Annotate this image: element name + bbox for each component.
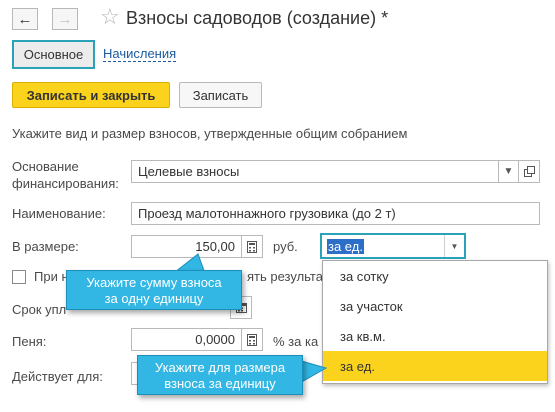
penalty-value: 0,0000 <box>195 332 235 347</box>
amount-callout-line2: за одну единицу <box>104 291 204 306</box>
forward-button[interactable]: → <box>52 8 78 30</box>
unit-option-per-plot[interactable]: за участок <box>323 291 547 321</box>
unit-callout-line1: Укажите для размера <box>154 360 286 375</box>
funding-label-line2: финансирования: <box>12 176 119 191</box>
unit-select-value: за ед. <box>327 239 364 254</box>
valid-for-label: Действует для: <box>12 369 103 384</box>
auto-calc-checkbox[interactable] <box>12 270 26 284</box>
unit-option-per-unit[interactable]: за ед. <box>323 351 547 381</box>
page-title: Взносы садоводов (создание) * <box>126 8 389 28</box>
back-button[interactable]: ← <box>12 8 38 30</box>
checkbox-label-start: При н <box>34 269 69 284</box>
open-form-icon <box>523 166 535 177</box>
penalty-calculator-button[interactable] <box>241 328 263 351</box>
penalty-unit-label: % за ка <box>273 334 319 349</box>
calculator-button[interactable] <box>241 235 263 258</box>
calculator-icon <box>247 240 257 253</box>
unit-option-per-sqm[interactable]: за кв.м. <box>323 321 547 351</box>
unit-select[interactable]: за ед. ▼ <box>320 233 466 259</box>
amount-callout: Укажите сумму взноса за одну единицу <box>66 270 242 310</box>
chevron-down-icon: ▼ <box>450 241 459 251</box>
funding-field[interactable]: Целевые взносы <box>131 160 499 183</box>
unit-dropdown-list: за сотку за участок за кв.м. за ед. <box>322 260 548 384</box>
unit-option-per-sotka[interactable]: за сотку <box>323 261 547 291</box>
currency-label: руб. <box>273 239 298 254</box>
checkbox-label-end: ять результат <box>247 269 329 284</box>
name-value: Проезд малотоннажного грузовика (до 2 т) <box>138 206 396 221</box>
amount-callout-line1: Укажите сумму взноса <box>86 275 222 290</box>
unit-callout: Укажите для размера взноса за единицу <box>137 355 303 395</box>
chevron-down-icon: ▼ <box>503 166 514 177</box>
unit-callout-line2: взноса за единицу <box>164 376 276 391</box>
arrow-right-icon: → <box>57 10 73 28</box>
amount-label: В размере: <box>12 239 79 254</box>
funding-dropdown-button[interactable]: ▼ <box>498 160 519 183</box>
name-field[interactable]: Проезд малотоннажного грузовика (до 2 т) <box>131 202 540 225</box>
funding-value: Целевые взносы <box>138 164 240 179</box>
form-hint: Укажите вид и размер взносов, утвержденн… <box>12 126 408 141</box>
calculator-icon <box>247 333 257 346</box>
tab-main[interactable]: Основное <box>12 40 95 69</box>
favorite-star-icon[interactable]: ☆ <box>100 6 120 28</box>
penalty-label: Пеня: <box>12 334 47 349</box>
funding-label-line1: Основание <box>12 159 79 174</box>
funding-label: Основание финансирования: <box>12 158 119 192</box>
unit-select-button[interactable]: ▼ <box>444 235 464 257</box>
save-and-close-button[interactable]: Записать и закрыть <box>12 82 170 108</box>
penalty-field[interactable]: 0,0000 <box>131 328 242 351</box>
tab-accruals[interactable]: Начисления <box>103 46 177 62</box>
name-label: Наименование: <box>12 206 106 221</box>
term-label: Срок упл <box>12 302 67 317</box>
save-button[interactable]: Записать <box>179 82 262 108</box>
funding-open-button[interactable] <box>518 160 540 183</box>
arrow-left-icon: ← <box>17 10 33 28</box>
